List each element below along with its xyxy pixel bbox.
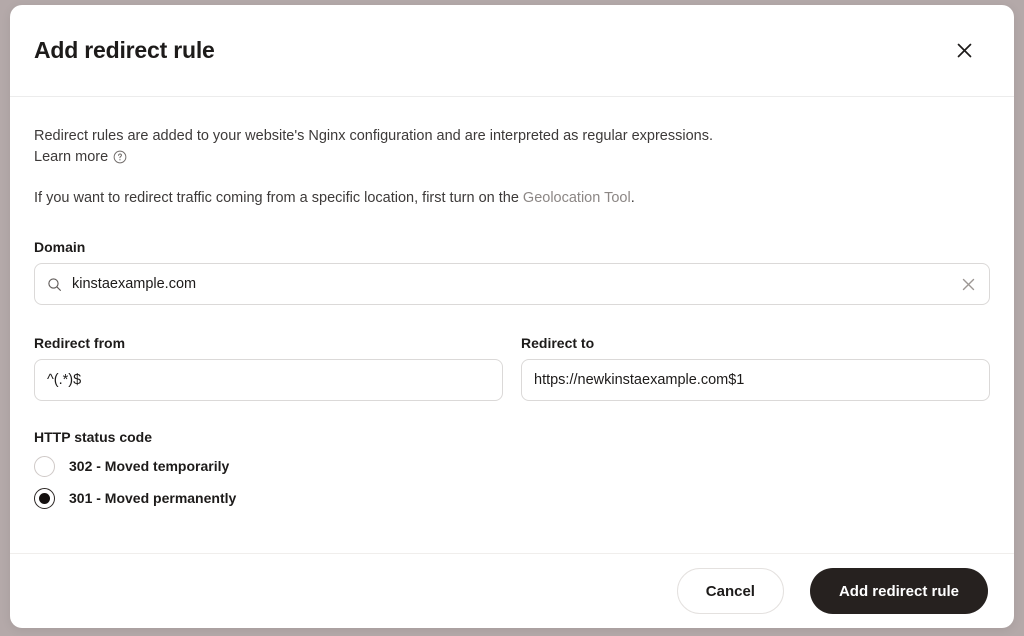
- help-circle-icon: [113, 150, 127, 164]
- radio-option-302[interactable]: 302 - Moved temporarily: [34, 453, 990, 479]
- radio-label-301: 301 - Moved permanently: [69, 490, 237, 506]
- clear-domain-icon[interactable]: [959, 275, 977, 293]
- description-line-2: If you want to redirect traffic coming f…: [34, 187, 990, 209]
- redirect-from-value: ^(.*)$: [47, 372, 82, 388]
- redirect-fields-row: Redirect from ^(.*)$ Redirect to https:/…: [34, 335, 990, 401]
- redirect-from-label: Redirect from: [34, 335, 126, 351]
- close-icon[interactable]: [950, 37, 978, 65]
- description-line-2-prefix: If you want to redirect traffic coming f…: [34, 190, 523, 206]
- redirect-to-value: https://newkinstaexample.com$1: [534, 372, 745, 388]
- dialog-header: Add redirect rule: [10, 5, 1014, 97]
- redirect-to-input[interactable]: https://newkinstaexample.com$1: [521, 359, 990, 401]
- redirect-to-label: Redirect to: [521, 335, 595, 351]
- radio-label-302: 302 - Moved temporarily: [69, 458, 230, 474]
- dialog-title: Add redirect rule: [34, 37, 215, 63]
- radio-icon-302: [34, 455, 55, 477]
- domain-input[interactable]: kinstaexample.com: [34, 263, 990, 305]
- dialog-footer: Cancel Add redirect rule: [10, 553, 1014, 628]
- learn-more-label: Learn more: [34, 149, 109, 165]
- dialog-body: Redirect rules are added to your website…: [10, 97, 1014, 553]
- redirect-to-group: Redirect to https://newkinstaexample.com…: [521, 335, 990, 401]
- http-status-code-group: HTTP status code 302 - Moved temporarily…: [34, 429, 990, 511]
- add-redirect-rule-button[interactable]: Add redirect rule: [809, 568, 988, 614]
- http-status-code-label: HTTP status code: [34, 429, 152, 445]
- domain-label: Domain: [34, 239, 86, 255]
- add-redirect-rule-dialog: Add redirect rule Redirect rules are add…: [10, 5, 1014, 628]
- cancel-button[interactable]: Cancel: [676, 568, 784, 614]
- domain-field-group: Domain kinstaexample.com: [34, 239, 990, 305]
- geolocation-tool-link[interactable]: Geolocation Tool: [523, 190, 631, 206]
- redirect-from-input[interactable]: ^(.*)$: [34, 359, 503, 401]
- description-line-2-suffix: .: [630, 190, 635, 206]
- search-icon: [47, 277, 62, 292]
- redirect-from-group: Redirect from ^(.*)$: [34, 335, 503, 401]
- radio-icon-301: [34, 487, 55, 509]
- radio-option-301[interactable]: 301 - Moved permanently: [34, 485, 990, 511]
- description-line-1: Redirect rules are added to your website…: [34, 128, 714, 144]
- learn-more-link[interactable]: Learn more: [34, 149, 127, 165]
- domain-input-value: kinstaexample.com: [72, 276, 197, 292]
